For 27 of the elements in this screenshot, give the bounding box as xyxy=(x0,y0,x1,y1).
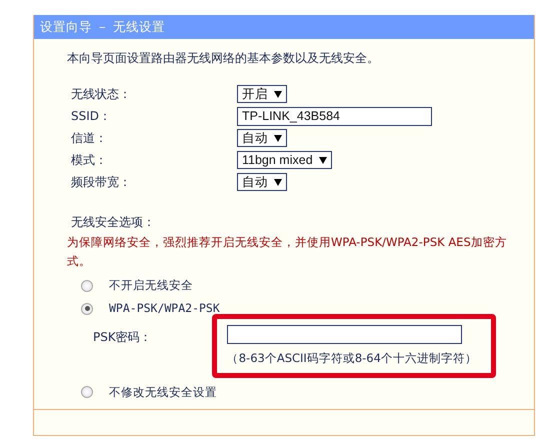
description-text: 本向导页面设置路由器无线网络的基本参数以及无线安全。 xyxy=(67,50,380,67)
dropdown[interactable]: 11bgn mixed xyxy=(237,151,332,169)
option-label: 不修改无线安全设置 xyxy=(109,384,217,401)
panel-title: 设置向导 － 无线设置 xyxy=(34,15,534,39)
caret-icon xyxy=(274,178,282,186)
dropdown[interactable]: 开启 xyxy=(237,85,287,103)
field-label: 信道： xyxy=(71,130,108,147)
caret-icon xyxy=(318,156,327,164)
caret-icon xyxy=(274,90,282,98)
section-label: 无线安全选项： xyxy=(71,214,156,231)
option-label: WPA-PSK/WPA2-PSK xyxy=(109,300,220,318)
dropdown[interactable]: 自动 xyxy=(237,129,287,147)
text-field[interactable]: TP-LINK_43B584 xyxy=(237,106,432,126)
radio-button[interactable] xyxy=(81,280,93,292)
field-label: 无线状态： xyxy=(71,86,132,103)
caret-icon xyxy=(274,134,282,142)
field-label: PSK密码： xyxy=(93,328,152,346)
password-field[interactable] xyxy=(226,324,462,344)
hint-text: （8-63个ASCII码字符或8-64个十六进制字符） xyxy=(226,350,477,366)
radio-button[interactable] xyxy=(81,302,93,315)
field-label: 模式： xyxy=(71,152,108,169)
field-label: SSID： xyxy=(71,108,112,125)
radio-button[interactable] xyxy=(81,386,93,398)
warning-text: 为保障网络安全，强烈推荐开启无线安全，并使用WPA-PSK/WPA2-PSK AES加密方式。 xyxy=(67,234,508,270)
option-label: 不开启无线安全 xyxy=(109,277,193,294)
dropdown[interactable]: 自动 xyxy=(237,173,287,191)
field-label: 频段带宽： xyxy=(71,174,132,191)
